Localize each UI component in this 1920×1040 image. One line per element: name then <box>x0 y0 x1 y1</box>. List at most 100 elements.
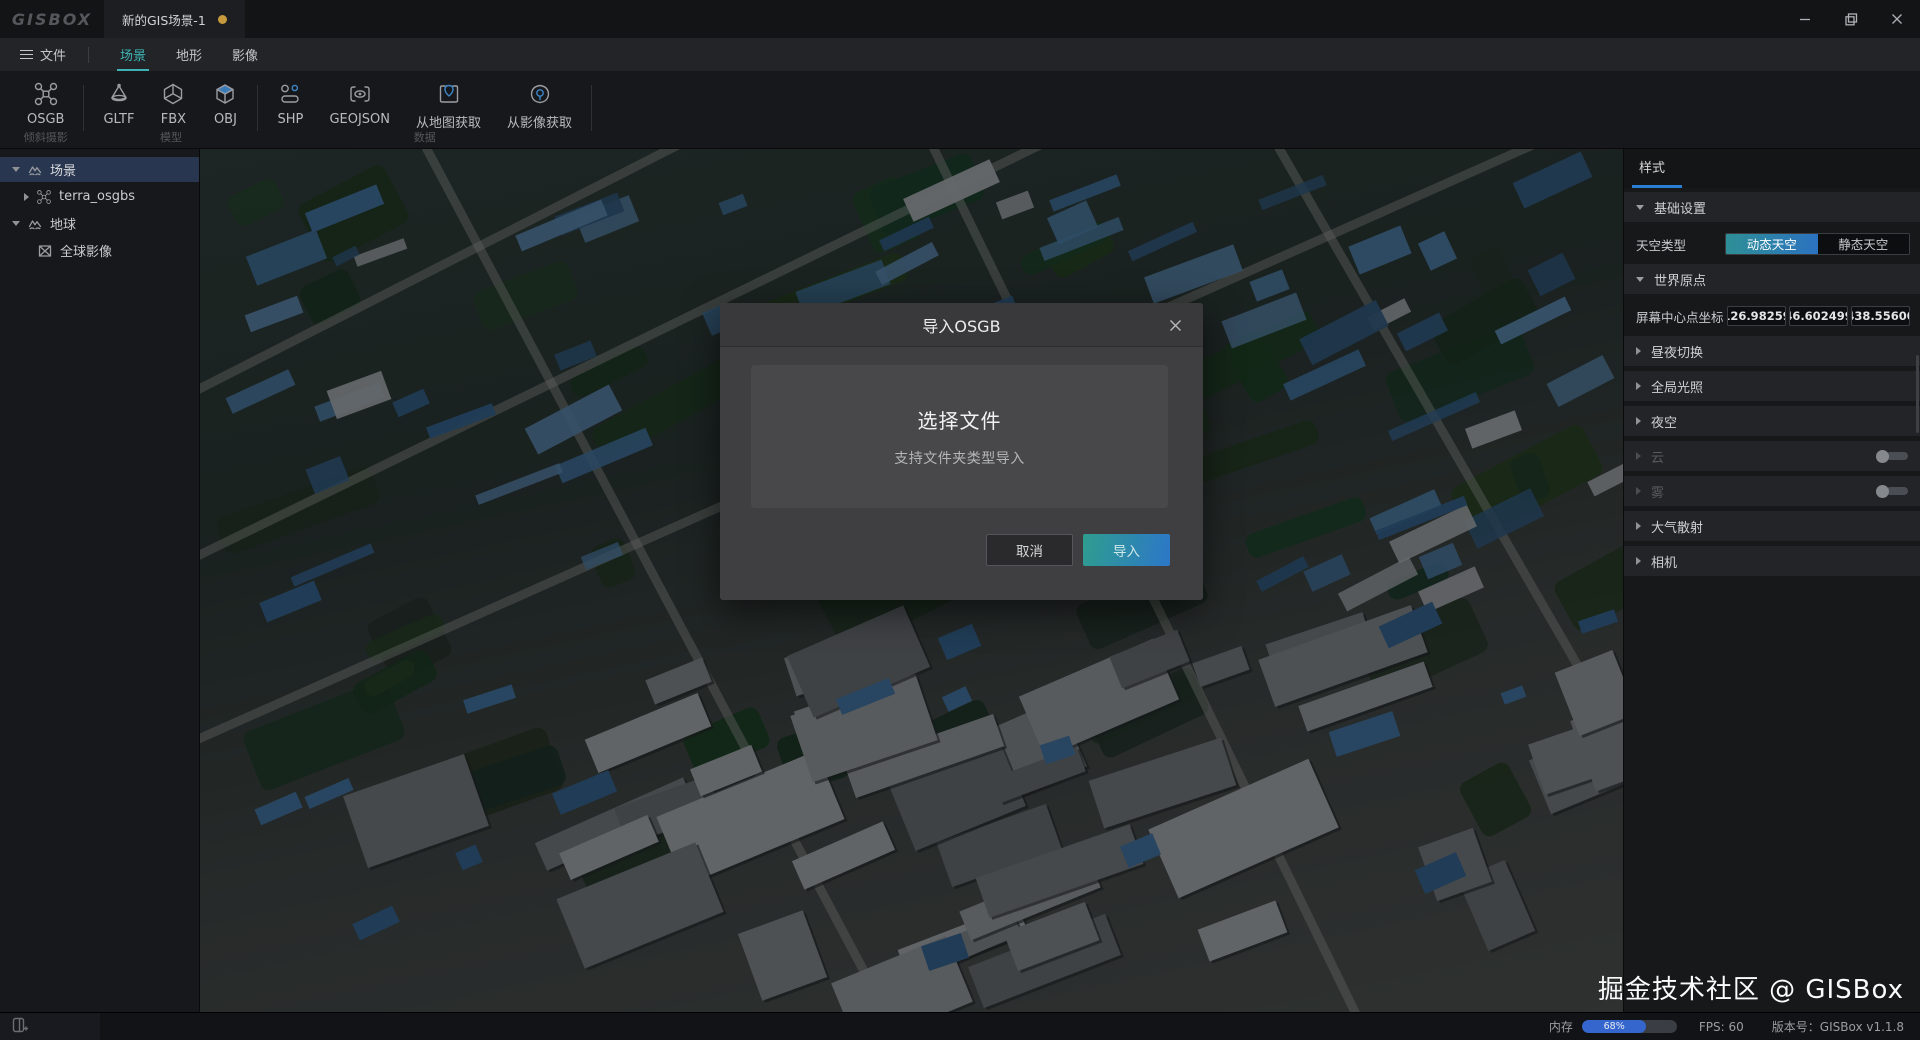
sky-type-option-dynamic[interactable]: 动态天空 <box>1726 234 1818 254</box>
drone-icon <box>36 189 52 205</box>
chevron-right-icon <box>1636 382 1641 390</box>
panel-toggle-icon <box>12 1017 28 1032</box>
file-dropzone[interactable]: 选择文件 支持文件夹类型导入 <box>751 365 1168 508</box>
drone-icon <box>33 81 59 107</box>
statusbar-right: 内存 68% FPS: 60 版本号：GISBox v1.1.8 <box>1549 1018 1920 1035</box>
toolbar-group-oblique: OSGB 倾斜摄影 <box>10 81 81 147</box>
close-icon <box>1169 319 1181 331</box>
dialog-title: 导入OSGB <box>922 316 1001 336</box>
shapes-icon <box>277 81 303 107</box>
dropzone-subtitle: 支持文件夹类型导入 <box>894 451 1025 467</box>
chevron-down-icon <box>1636 276 1644 282</box>
chevron-right-icon[interactable] <box>24 192 29 201</box>
toolbar-group-label: 倾斜摄影 <box>23 131 68 144</box>
section-world-origin[interactable]: 世界原点 <box>1624 264 1920 294</box>
coord-z-input[interactable]: 438.55600 <box>1851 306 1910 326</box>
hamburger-icon <box>20 49 33 60</box>
image-icon <box>37 243 53 259</box>
menubar: 文件 场景 地形 影像 <box>0 38 1920 71</box>
cancel-button[interactable]: 取消 <box>986 534 1073 566</box>
gisbox-logo: GISBOX <box>11 9 93 29</box>
section-fog[interactable]: 雾 <box>1624 476 1920 506</box>
restore-button[interactable] <box>1828 0 1874 38</box>
menu-file[interactable]: 文件 <box>14 38 72 71</box>
restore-icon <box>1844 12 1857 25</box>
tree-item-scene[interactable]: 场景 <box>0 157 199 182</box>
memory-label: 内存 <box>1548 1020 1573 1034</box>
globe-icon <box>527 81 553 107</box>
toolbar-group-data: SHP GEOJSON 从地图获取 从影像获取 数据 <box>260 81 589 147</box>
dropzone-title: 选择文件 <box>917 409 1002 433</box>
eye-icon <box>347 81 373 107</box>
section-global-lighting[interactable]: 全局光照 <box>1624 371 1920 401</box>
watermark: 掘金技术社区 @ GISBox <box>1597 975 1904 1005</box>
scene-tab[interactable]: 新的GIS场景-1 <box>104 0 245 38</box>
memory-bar-fill: 68% <box>1581 1020 1647 1033</box>
unsaved-dot-icon <box>217 14 227 24</box>
sky-type-label: 天空类型 <box>1636 237 1687 253</box>
toolbar-divider <box>591 85 593 131</box>
close-button[interactable] <box>1874 0 1920 38</box>
panel-scrollbar[interactable] <box>1916 355 1919 433</box>
section-atmospheric-scattering[interactable]: 大气散射 <box>1624 511 1920 541</box>
cone-icon <box>106 81 132 107</box>
dialog-footer: 取消 导入 <box>986 534 1170 566</box>
style-panel: 样式 基础设置 天空类型 动态天空 静态天空 世界原点 屏幕中心点坐标 26.9… <box>1623 149 1920 1012</box>
clouds-toggle[interactable] <box>1876 449 1908 463</box>
minimize-button[interactable] <box>1782 0 1828 38</box>
chevron-down-icon[interactable] <box>12 167 20 172</box>
toolbar-divider <box>257 85 259 131</box>
chevron-right-icon <box>1636 417 1641 425</box>
menu-item-terrain[interactable]: 地形 <box>161 38 217 71</box>
section-camera[interactable]: 相机 <box>1624 546 1920 576</box>
panel-toggle-button[interactable] <box>12 1017 29 1037</box>
fog-toggle[interactable] <box>1876 484 1908 498</box>
chevron-right-icon <box>1636 452 1641 460</box>
mountain-icon <box>27 162 43 178</box>
scene-tab-label: 新的GIS场景-1 <box>122 12 206 28</box>
center-coords-inputs: 126.98259 46.602499 438.55600 <box>1727 306 1910 326</box>
minimize-icon <box>1800 18 1810 21</box>
menu-file-label: 文件 <box>40 49 67 64</box>
toolbar-group-label: 数据 <box>413 131 436 144</box>
version-label: 版本号：GISBox v1.1.8 <box>1771 1020 1904 1034</box>
toolbar-group-model: GLTF FBX OBJ 模型 <box>86 81 255 147</box>
statusbar-left <box>0 1013 100 1040</box>
map-pin-icon <box>436 81 462 107</box>
statusbar: 内存 68% FPS: 60 版本号：GISBox v1.1.8 <box>0 1012 1920 1040</box>
menu-item-scene[interactable]: 场景 <box>105 38 161 71</box>
scene-tree-panel: 场景 terra_osgbs 地球 全球影像 <box>0 149 200 1012</box>
chevron-right-icon <box>1636 522 1641 530</box>
coord-y-input[interactable]: 46.602499 <box>1789 306 1848 326</box>
dialog-close-button[interactable] <box>1157 303 1193 347</box>
close-icon <box>1892 14 1902 24</box>
import-button[interactable]: 导入 <box>1083 534 1170 566</box>
section-basic-settings[interactable]: 基础设置 <box>1624 192 1920 222</box>
section-day-night[interactable]: 昼夜切换 <box>1624 336 1920 366</box>
style-panel-tabbar: 样式 <box>1624 149 1920 188</box>
sky-type-row: 天空类型 动态天空 静态天空 <box>1624 227 1920 261</box>
menubar-divider <box>88 46 90 63</box>
mountain-icon <box>27 216 43 232</box>
tree-item-global-imagery[interactable]: 全球影像 <box>0 238 199 263</box>
tree-item-terra-osgbs[interactable]: terra_osgbs <box>0 184 199 209</box>
dialog-header: 导入OSGB <box>720 303 1203 347</box>
chevron-right-icon <box>1636 347 1641 355</box>
toolbar-group-label: 模型 <box>159 131 182 144</box>
gisbox-window: GISBOX 新的GIS场景-1 文件 场景 地形 影像 OSGB 倾斜摄影 G… <box>0 0 1920 1040</box>
toolbar-divider <box>83 85 85 131</box>
toolbar: OSGB 倾斜摄影 GLTF FBX OBJ 模型 SHP GEOJSON 从地… <box>0 71 1920 149</box>
chevron-down-icon[interactable] <box>12 221 20 226</box>
coord-x-input[interactable]: 126.98259 <box>1727 306 1786 326</box>
menu-item-imagery[interactable]: 影像 <box>217 38 273 71</box>
tree-item-earth[interactable]: 地球 <box>0 211 199 236</box>
chevron-right-icon <box>1636 487 1641 495</box>
window-controls <box>1782 0 1920 38</box>
section-clouds[interactable]: 云 <box>1624 441 1920 471</box>
tab-style[interactable]: 样式 <box>1639 149 1665 188</box>
section-night-sky[interactable]: 夜空 <box>1624 406 1920 436</box>
sky-type-option-static[interactable]: 静态天空 <box>1817 234 1909 254</box>
import-osgb-dialog: 导入OSGB 选择文件 支持文件夹类型导入 取消 导入 <box>720 303 1203 600</box>
style-panel-body: 基础设置 天空类型 动态天空 静态天空 世界原点 屏幕中心点坐标 126.982… <box>1624 188 1920 576</box>
hexagon-icon <box>160 81 186 107</box>
